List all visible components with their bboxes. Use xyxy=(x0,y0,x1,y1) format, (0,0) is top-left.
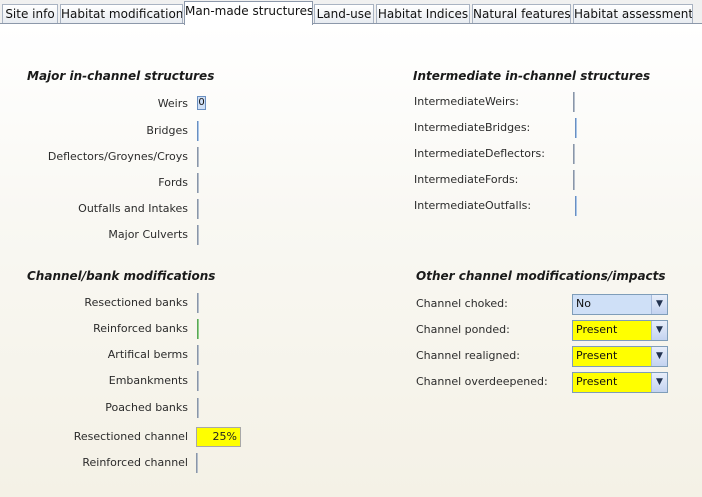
channel-realigned-label: Channel realigned: xyxy=(416,349,520,362)
channel-choked-value: No xyxy=(576,297,591,310)
chevron-down-icon[interactable]: ▼ xyxy=(651,295,667,314)
weirs-field[interactable]: 0 xyxy=(197,96,206,110)
deflectors-field[interactable] xyxy=(197,147,199,167)
other-modifications-heading: Other channel modifications/impacts xyxy=(416,269,666,283)
culverts-field[interactable] xyxy=(197,225,199,245)
tab-man-made-structures[interactable]: Man-made structures xyxy=(184,1,313,25)
channel-choked-select[interactable]: No ▼ xyxy=(572,294,668,315)
resectioned-channel-field[interactable]: 25% xyxy=(196,427,241,447)
artificial-berms-field[interactable] xyxy=(197,345,199,365)
fords-label: Fords xyxy=(158,176,188,189)
resectioned-banks-field[interactable] xyxy=(197,293,199,313)
tab-strip: Site info Habitat modification Man-made … xyxy=(0,0,702,25)
channel-choked-label: Channel choked: xyxy=(416,297,508,310)
poached-banks-field[interactable] xyxy=(197,398,199,418)
bank-modifications-heading: Channel/bank modifications xyxy=(27,269,216,283)
intermediate-bridges-field[interactable] xyxy=(575,118,577,138)
tab-land-use[interactable]: Land-use xyxy=(314,4,374,24)
intermediate-deflectors-label: IntermediateDeflectors: xyxy=(414,147,545,160)
intermediate-deflectors-field[interactable] xyxy=(573,144,575,164)
resectioned-banks-label: Resectioned banks xyxy=(84,296,188,309)
artificial-berms-label: Artifical berms xyxy=(107,348,188,361)
fords-field[interactable] xyxy=(197,173,199,193)
intermediate-outfalls-field[interactable] xyxy=(575,196,577,216)
tab-habitat-modification[interactable]: Habitat modification xyxy=(60,4,183,24)
poached-banks-label: Poached banks xyxy=(105,401,188,414)
embankments-field[interactable] xyxy=(197,371,199,391)
channel-realigned-value: Present xyxy=(576,349,618,362)
channel-overdeepened-label: Channel overdeepened: xyxy=(416,375,548,388)
tab-natural-features[interactable]: Natural features xyxy=(472,4,571,24)
channel-ponded-select[interactable]: Present ▼ xyxy=(572,320,668,341)
reinforced-banks-field[interactable] xyxy=(197,319,199,339)
channel-overdeepened-value: Present xyxy=(576,375,618,388)
reinforced-channel-label: Reinforced channel xyxy=(82,456,188,469)
major-structures-heading: Major in-channel structures xyxy=(27,69,215,83)
culverts-label: Major Culverts xyxy=(108,228,188,241)
man-made-structures-panel: Major in-channel structures Weirs 0 Brid… xyxy=(0,23,702,497)
bridges-label: Bridges xyxy=(146,124,188,137)
weirs-label: Weirs xyxy=(157,97,188,110)
deflectors-label: Deflectors/Groynes/Croys xyxy=(47,150,188,163)
tab-habitat-indices[interactable]: Habitat Indices xyxy=(376,4,470,24)
channel-realigned-select[interactable]: Present ▼ xyxy=(572,346,668,367)
reinforced-banks-label: Reinforced banks xyxy=(93,322,188,335)
intermediate-structures-heading: Intermediate in-channel structures xyxy=(413,69,651,83)
tab-site-info[interactable]: Site info xyxy=(2,4,58,24)
intermediate-fords-field[interactable] xyxy=(573,170,575,190)
bridges-field[interactable] xyxy=(197,121,199,141)
channel-overdeepened-select[interactable]: Present ▼ xyxy=(572,372,668,393)
intermediate-outfalls-label: IntermediateOutfalls: xyxy=(414,199,532,212)
chevron-down-icon[interactable]: ▼ xyxy=(651,321,667,340)
reinforced-channel-field[interactable] xyxy=(196,453,198,473)
outfalls-field[interactable] xyxy=(197,199,199,219)
intermediate-fords-label: IntermediateFords: xyxy=(414,173,519,186)
chevron-down-icon[interactable]: ▼ xyxy=(651,373,667,392)
intermediate-weirs-label: IntermediateWeirs: xyxy=(414,95,519,108)
resectioned-channel-label: Resectioned channel xyxy=(73,430,188,443)
intermediate-weirs-field[interactable] xyxy=(573,92,575,112)
embankments-label: Embankments xyxy=(108,374,188,387)
channel-ponded-value: Present xyxy=(576,323,618,336)
chevron-down-icon[interactable]: ▼ xyxy=(651,347,667,366)
outfalls-label: Outfalls and Intakes xyxy=(78,202,188,215)
channel-ponded-label: Channel ponded: xyxy=(416,323,510,336)
intermediate-bridges-label: IntermediateBridges: xyxy=(414,121,531,134)
tab-habitat-assessment[interactable]: Habitat assessment xyxy=(573,4,693,24)
